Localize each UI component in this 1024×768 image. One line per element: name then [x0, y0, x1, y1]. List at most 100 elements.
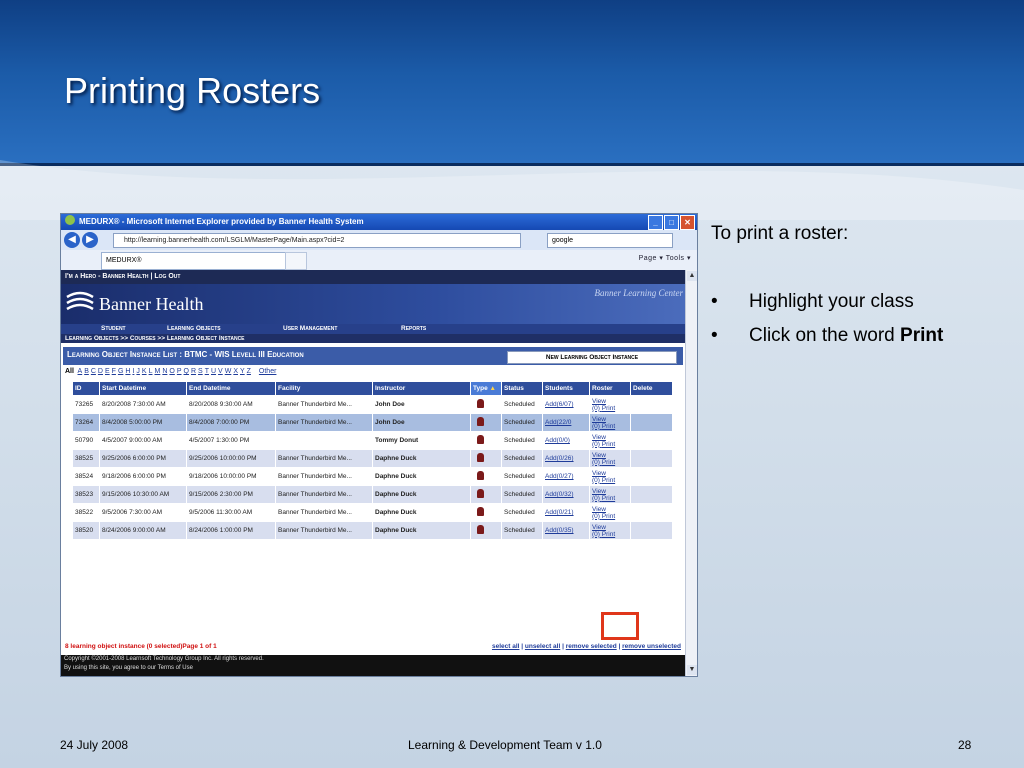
col-start[interactable]: Start Datetime — [99, 381, 187, 396]
add-students-link[interactable]: Add(0/26) — [545, 455, 574, 462]
alpha-letter[interactable]: H — [125, 368, 130, 375]
roster-view-link[interactable]: View — [592, 452, 628, 459]
table-row[interactable]: 38523 9/15/2006 10:30:00 AM 9/15/2006 2:… — [72, 485, 673, 504]
table-row[interactable]: 38524 9/18/2006 6:00:00 PM 9/18/2006 10:… — [72, 467, 673, 486]
toolbar-tools[interactable]: Page ▾ Tools ▾ — [639, 254, 691, 262]
alpha-letter[interactable]: V — [218, 368, 223, 375]
col-id[interactable]: ID — [72, 381, 100, 396]
table-row[interactable]: 73264 8/4/2008 5:00:00 PM 8/4/2008 7:00:… — [72, 413, 673, 432]
col-status[interactable]: Status — [501, 381, 543, 396]
new-instance-button[interactable]: New Learning Object Instance — [507, 351, 677, 364]
unselect-all-link[interactable]: unselect all — [525, 643, 560, 650]
maximize-icon[interactable]: □ — [664, 215, 679, 230]
col-type[interactable]: Type ▲ — [470, 381, 502, 396]
alpha-all[interactable]: All — [65, 368, 74, 375]
alpha-letter[interactable]: P — [177, 368, 182, 375]
add-students-link[interactable]: Add(0/27) — [545, 473, 574, 480]
col-end[interactable]: End Datetime — [186, 381, 276, 396]
alpha-letter[interactable]: Y — [240, 368, 245, 375]
table-row[interactable]: 38520 8/24/2006 9:00:00 AM 8/24/2006 1:0… — [72, 521, 673, 540]
roster-view-link[interactable]: View — [592, 524, 628, 531]
alpha-other[interactable]: Other — [259, 368, 277, 375]
alpha-letter[interactable]: N — [162, 368, 167, 375]
col-delete[interactable]: Delete — [630, 381, 673, 396]
search-input[interactable]: google — [547, 233, 673, 248]
alpha-letter[interactable]: I — [132, 368, 134, 375]
roster-view-link[interactable]: View — [592, 416, 628, 423]
url-field[interactable]: http://learning.bannerhealth.com/LSGLM/M… — [113, 233, 521, 248]
roster-print-link[interactable]: (0) Print — [592, 531, 628, 538]
scroll-up-icon[interactable]: ▲ — [687, 271, 697, 281]
alpha-letter[interactable]: A — [78, 368, 83, 375]
menu-item-student[interactable]: Student — [101, 324, 167, 334]
menu-item-user-management[interactable]: User Management — [283, 324, 401, 334]
alpha-letter[interactable]: Q — [184, 368, 189, 375]
alpha-letter[interactable]: D — [98, 368, 103, 375]
person-icon — [477, 417, 484, 426]
forward-button[interactable]: ▶ — [82, 232, 98, 248]
cell-delete — [630, 395, 673, 414]
back-button[interactable]: ◀ — [64, 232, 80, 248]
col-facility[interactable]: Facility — [275, 381, 373, 396]
col-roster[interactable]: Roster — [589, 381, 631, 396]
add-students-link[interactable]: Add(0/35) — [545, 527, 574, 534]
alpha-letter[interactable]: S — [198, 368, 203, 375]
alpha-letter[interactable]: R — [191, 368, 196, 375]
alpha-letter[interactable]: O — [169, 368, 174, 375]
alpha-letter[interactable]: T — [205, 368, 209, 375]
roster-print-link[interactable]: (0) Print — [592, 405, 628, 412]
col-instructor[interactable]: Instructor — [372, 381, 471, 396]
add-students-link[interactable]: Add(0/32) — [545, 491, 574, 498]
alpha-letter[interactable]: J — [136, 368, 140, 375]
cell-facility: Banner Thunderbird Me... — [275, 449, 373, 468]
menu-item-learning-objects[interactable]: Learning Objects — [167, 324, 283, 334]
alpha-letter[interactable]: W — [225, 368, 232, 375]
cell-facility: Banner Thunderbird Me... — [275, 467, 373, 486]
remove-unselected-link[interactable]: remove unselected — [622, 643, 681, 650]
select-all-link[interactable]: select all — [492, 643, 519, 650]
close-icon[interactable]: ✕ — [680, 215, 695, 230]
alpha-letter[interactable]: X — [233, 368, 238, 375]
table-row[interactable]: 38522 9/5/2006 7:30:00 AM 9/5/2006 11:30… — [72, 503, 673, 522]
roster-view-link[interactable]: View — [592, 470, 628, 477]
table-row[interactable]: 50790 4/5/2007 9:00:00 AM 4/5/2007 1:30:… — [72, 431, 673, 450]
tab-medurx[interactable]: MEDURX® — [101, 252, 287, 270]
roster-print-link[interactable]: (0) Print — [592, 423, 628, 430]
roster-view-link[interactable]: View — [592, 506, 628, 513]
roster-view-link[interactable]: View — [592, 398, 628, 405]
alpha-letter[interactable]: L — [149, 368, 153, 375]
add-students-link[interactable]: Add(0/21) — [545, 509, 574, 516]
alpha-letter[interactable]: Z — [247, 368, 251, 375]
new-tab-button[interactable] — [285, 252, 307, 270]
roster-view-link[interactable]: View — [592, 488, 628, 495]
alpha-letter[interactable]: C — [91, 368, 96, 375]
alpha-letter[interactable]: U — [211, 368, 216, 375]
alpha-letter[interactable]: M — [154, 368, 160, 375]
terms-text[interactable]: By using this site, you agree to our Ter… — [64, 664, 688, 673]
roster-print-link[interactable]: (0) Print — [592, 477, 628, 484]
vertical-scrollbar[interactable]: ▲ ▼ — [685, 270, 697, 676]
alpha-letter[interactable]: K — [142, 368, 147, 375]
table-row[interactable]: 38525 9/25/2006 6:00:00 PM 9/25/2006 10:… — [72, 449, 673, 468]
scroll-down-icon[interactable]: ▼ — [687, 665, 697, 675]
roster-print-link[interactable]: (0) Print — [592, 441, 628, 448]
alpha-letter[interactable]: E — [105, 368, 110, 375]
cell-id: 38522 — [72, 503, 100, 522]
roster-view-link[interactable]: View — [592, 434, 628, 441]
alpha-letter[interactable]: F — [112, 368, 116, 375]
remove-selected-link[interactable]: remove selected — [566, 643, 617, 650]
alpha-letter[interactable]: B — [84, 368, 89, 375]
add-students-link[interactable]: Add(0/0) — [545, 437, 570, 444]
hero-bar[interactable]: I'm a Hero - Banner Health | Log Out — [61, 270, 689, 284]
add-students-link[interactable]: Add(6/07) — [545, 401, 574, 408]
col-students[interactable]: Students — [542, 381, 590, 396]
add-students-link[interactable]: Add(22/0 — [545, 419, 571, 426]
minimize-icon[interactable]: _ — [648, 215, 663, 230]
roster-print-link[interactable]: (0) Print — [592, 513, 628, 520]
cell-roster: View (0) Print — [589, 503, 631, 522]
table-row[interactable]: 73265 8/20/2008 7:30:00 AM 8/20/2008 9:3… — [72, 395, 673, 414]
roster-print-link[interactable]: (0) Print — [592, 459, 628, 466]
menu-item-reports[interactable]: Reports — [401, 324, 461, 334]
alpha-letter[interactable]: G — [118, 368, 123, 375]
roster-print-link[interactable]: (0) Print — [592, 495, 628, 502]
